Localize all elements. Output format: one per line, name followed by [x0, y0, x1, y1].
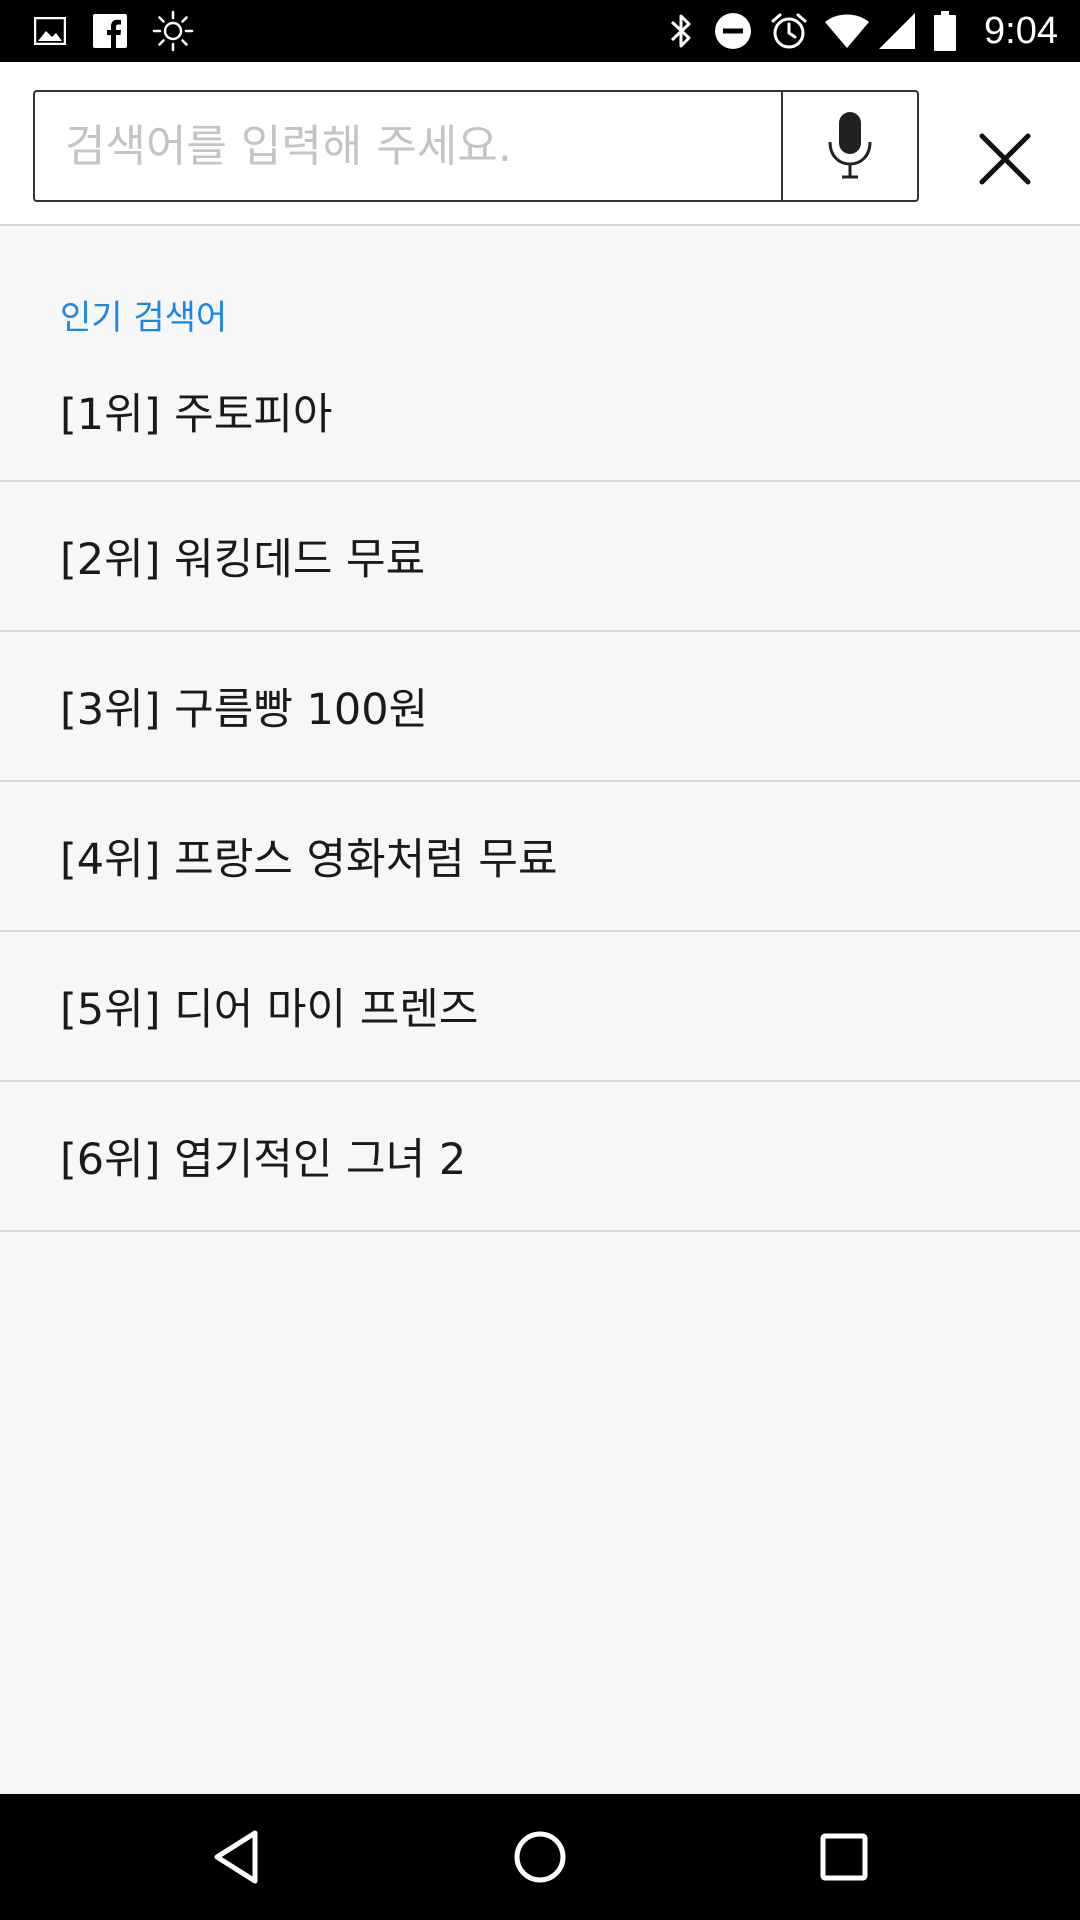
back-icon: [214, 1830, 258, 1884]
close-icon: [979, 133, 1031, 185]
do-not-disturb-icon: [712, 0, 754, 62]
facebook-icon: [90, 0, 130, 62]
list-item[interactable]: [6위] 엽기적인 그녀 2: [0, 1082, 1080, 1232]
voice-search-button[interactable]: [781, 92, 917, 200]
status-time: 9:04: [984, 10, 1058, 52]
image-icon: [30, 0, 70, 62]
list-item[interactable]: [5위] 디어 마이 프렌즈: [0, 932, 1080, 1082]
status-bar: 9:04: [0, 0, 1080, 62]
alarm-icon: [768, 0, 810, 62]
battery-icon: [930, 0, 960, 62]
list-item[interactable]: [2위] 워킹데드 무료: [0, 482, 1080, 632]
bluetooth-icon: [664, 0, 698, 62]
popular-searches-label: 인기 검색어: [60, 298, 228, 338]
search-input[interactable]: [35, 92, 781, 200]
list-item[interactable]: [3위] 구름빵 100원: [0, 632, 1080, 782]
home-icon: [514, 1831, 566, 1883]
home-button[interactable]: [480, 1794, 600, 1920]
recents-button[interactable]: [784, 1794, 904, 1920]
brightness-icon: [150, 0, 196, 62]
signal-icon: [876, 0, 918, 62]
search-box: [33, 90, 919, 202]
popular-searches-list: [1위] 주토피아 [2위] 워킹데드 무료 [3위] 구름빵 100원 [4위…: [0, 348, 1080, 1232]
navigation-bar: [0, 1794, 1080, 1920]
list-item[interactable]: [4위] 프랑스 영화처럼 무료: [0, 782, 1080, 932]
search-header: [0, 62, 1080, 226]
close-button[interactable]: [960, 114, 1050, 204]
recents-icon: [820, 1833, 868, 1881]
list-item[interactable]: [1위] 주토피아: [0, 348, 1080, 482]
back-button[interactable]: [176, 1794, 296, 1920]
microphone-icon: [828, 112, 872, 179]
wifi-icon: [822, 0, 872, 62]
